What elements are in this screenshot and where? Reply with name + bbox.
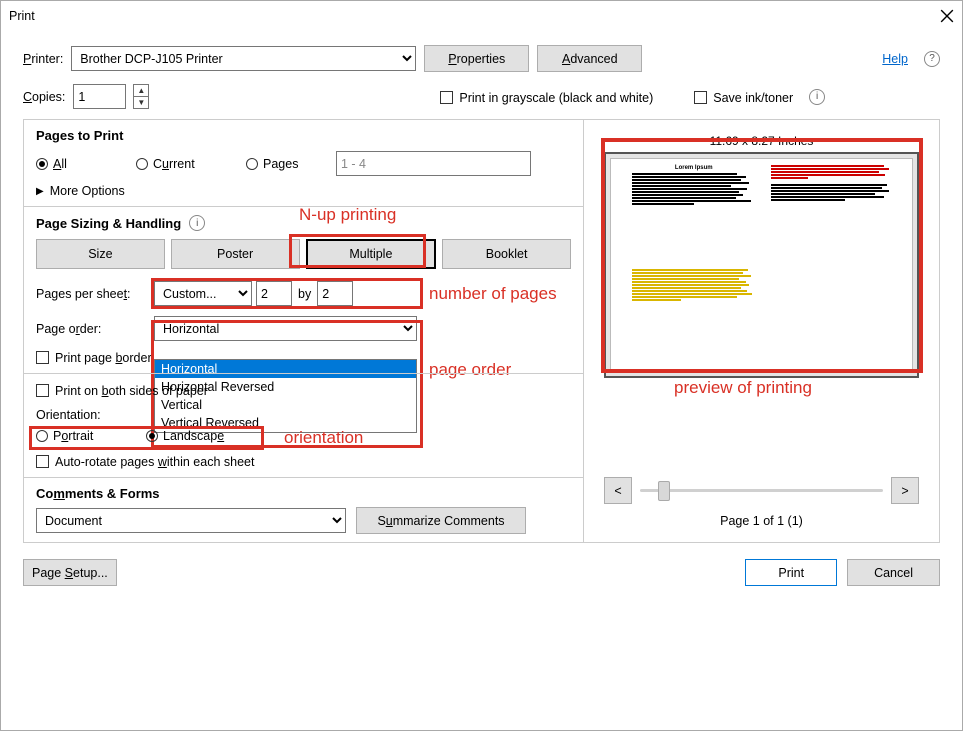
radio-current[interactable]: Current	[136, 156, 246, 171]
page-slider[interactable]	[640, 479, 883, 503]
annotation-orientation: orientation	[284, 428, 363, 448]
annotation-nup: N-up printing	[299, 205, 396, 225]
advanced-button[interactable]: Advanced	[537, 45, 642, 72]
annotation-num-pages: number of pages	[429, 284, 557, 304]
tab-poster[interactable]: Poster	[171, 239, 300, 269]
preview-dimensions: 11.69 x 8.27 Inches	[584, 120, 939, 148]
page-range-input[interactable]	[336, 151, 531, 176]
summarize-comments-button[interactable]: Summarize Comments	[356, 507, 526, 534]
tab-size[interactable]: Size	[36, 239, 165, 269]
page-setup-button[interactable]: Page Setup...	[23, 559, 117, 586]
copies-spinner[interactable]: ▲▼	[133, 84, 149, 109]
pps-rows-input[interactable]	[317, 281, 353, 306]
printer-label: Printer:	[23, 52, 63, 66]
cancel-button[interactable]: Cancel	[847, 559, 940, 586]
tab-booklet[interactable]: Booklet	[442, 239, 571, 269]
print-preview: Lorem Ipsum	[604, 152, 919, 378]
save-ink-checkbox[interactable]: Save ink/toner	[694, 89, 793, 105]
copies-input[interactable]	[73, 84, 126, 109]
copies-label: Copies:	[23, 90, 65, 104]
page-order-label: Page order:	[36, 322, 154, 336]
next-page-button[interactable]: >	[891, 477, 919, 504]
pps-by-label: by	[298, 287, 311, 301]
print-page-border-checkbox[interactable]: Print page border	[36, 351, 152, 365]
page-indicator: Page 1 of 1 (1)	[584, 510, 939, 542]
properties-button[interactable]: Properties	[424, 45, 529, 72]
auto-rotate-checkbox[interactable]: Auto-rotate pages within each sheet	[36, 455, 254, 469]
title-bar: Print	[1, 1, 962, 31]
radio-portrait[interactable]: Portrait	[36, 428, 146, 443]
window-title: Print	[9, 9, 940, 23]
tab-multiple[interactable]: Multiple	[306, 239, 437, 269]
chevron-right-icon: ▶	[36, 186, 44, 197]
grayscale-checkbox[interactable]: Print in grayscale (black and white)	[440, 89, 653, 105]
comments-select[interactable]: Document	[36, 508, 346, 533]
help-link[interactable]: Help	[882, 52, 908, 66]
pages-per-sheet-label: Pages per sheet:	[36, 287, 154, 301]
comments-title: Comments & Forms	[36, 486, 571, 501]
pages-per-sheet-select[interactable]: Custom...	[154, 281, 252, 306]
print-button[interactable]: Print	[745, 559, 837, 586]
printer-select[interactable]: Brother DCP-J105 Printer	[71, 46, 416, 71]
annotation-preview: preview of printing	[674, 378, 812, 398]
prev-page-button[interactable]: <	[604, 477, 632, 504]
pps-cols-input[interactable]	[256, 281, 292, 306]
close-icon[interactable]	[940, 9, 954, 23]
help-icon[interactable]: ?	[924, 51, 940, 67]
info-icon[interactable]: i	[809, 89, 825, 105]
sizing-title: Page Sizing & Handling	[36, 216, 181, 231]
pages-to-print-title: Pages to Print	[36, 128, 571, 143]
radio-all[interactable]: All	[36, 156, 136, 171]
radio-pages[interactable]: Pages	[246, 156, 336, 171]
page-order-select[interactable]: Horizontal	[154, 316, 417, 341]
info-icon[interactable]: i	[189, 215, 205, 231]
orientation-label: Orientation:	[36, 408, 571, 422]
more-options-toggle[interactable]: ▶ More Options	[36, 184, 571, 198]
print-both-sides-checkbox[interactable]: Print on both sides of paper	[36, 384, 208, 398]
radio-landscape[interactable]: Landscape	[146, 428, 266, 443]
